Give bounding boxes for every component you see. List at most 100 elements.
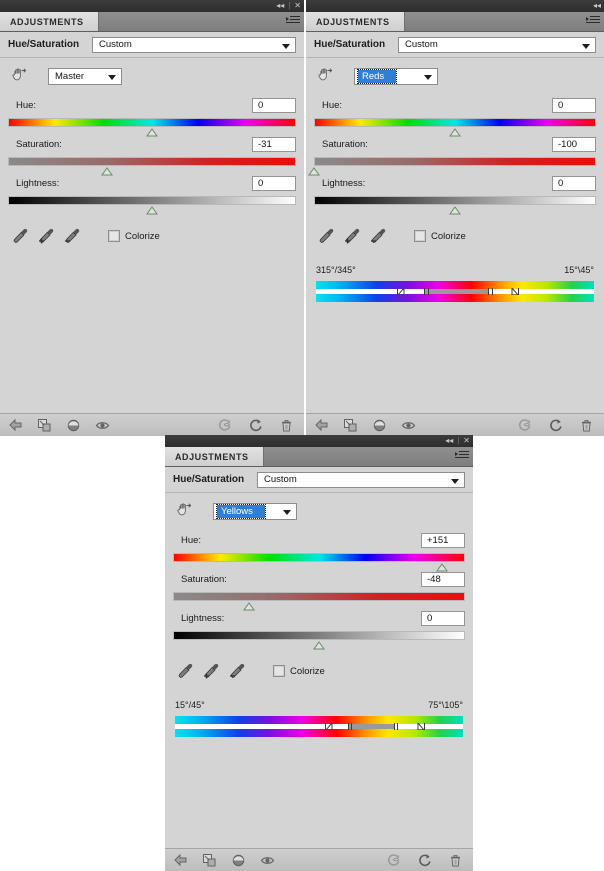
eyedropper-subtract-icon[interactable] — [368, 227, 386, 245]
toggle-layer-visibility-icon[interactable] — [231, 853, 246, 868]
lightness-slider-track[interactable] — [8, 196, 296, 215]
range-fade-left-handle[interactable] — [396, 288, 405, 295]
delete-adjustment-layer-icon[interactable] — [448, 853, 463, 868]
range-fade-right-handle[interactable] — [511, 288, 519, 295]
preset-select[interactable]: Custom — [257, 471, 465, 488]
saturation-slider-thumb[interactable] — [242, 602, 255, 611]
collapse-icon[interactable]: ◂◂ — [593, 2, 601, 10]
eyedropper-add-icon[interactable] — [201, 662, 219, 680]
preview-eye-icon[interactable] — [260, 853, 275, 868]
toggle-layer-visibility-icon[interactable] — [372, 418, 387, 433]
lightness-slider-track[interactable] — [314, 196, 596, 215]
return-to-adjustment-list-icon[interactable] — [8, 418, 23, 433]
delete-adjustment-layer-icon[interactable] — [579, 418, 594, 433]
range-core-band[interactable] — [424, 289, 489, 294]
on-image-adjustment-icon[interactable] — [173, 500, 195, 522]
view-previous-state-icon[interactable] — [217, 418, 232, 433]
chevron-down-icon[interactable] — [451, 478, 459, 484]
range-end-handle-b[interactable] — [397, 723, 399, 730]
panel-menu-icon[interactable] — [586, 16, 600, 27]
preset-select[interactable]: Custom — [398, 36, 596, 53]
channel-select[interactable]: Yellows — [213, 502, 297, 520]
lightness-slider-track[interactable] — [173, 631, 465, 650]
chevron-down-icon[interactable] — [283, 509, 291, 515]
return-to-adjustment-list-icon[interactable] — [173, 853, 188, 868]
preview-eye-icon[interactable] — [95, 418, 110, 433]
tab-adjustments[interactable]: ADJUSTMENTS — [165, 447, 264, 466]
range-end-handle[interactable] — [393, 723, 395, 730]
hue-slider-thumb[interactable] — [146, 128, 158, 137]
eyedropper-subtract-icon[interactable] — [62, 227, 80, 245]
collapse-icon[interactable]: ◂◂ — [276, 2, 284, 10]
saturation-slider-track[interactable] — [173, 592, 465, 611]
range-handles[interactable] — [316, 288, 594, 295]
saturation-value-input[interactable]: -100 — [552, 136, 596, 152]
lightness-slider-thumb[interactable] — [146, 206, 158, 215]
saturation-slider-track[interactable] — [308, 157, 596, 176]
lightness-slider-thumb[interactable] — [313, 641, 325, 650]
tab-adjustments[interactable]: ADJUSTMENTS — [306, 12, 405, 31]
range-start-handle-b[interactable] — [351, 723, 353, 730]
delete-adjustment-layer-icon[interactable] — [279, 418, 294, 433]
chevron-down-icon[interactable] — [424, 74, 432, 80]
colorize-checkbox[interactable] — [414, 230, 426, 242]
lightness-value-input[interactable]: 0 — [552, 175, 596, 191]
channel-select[interactable]: Reds — [354, 67, 438, 85]
hue-value-input[interactable]: 0 — [252, 97, 296, 113]
range-handles[interactable] — [175, 723, 463, 730]
eyedropper-add-icon[interactable] — [36, 227, 54, 245]
close-icon[interactable]: ✕ — [463, 437, 470, 445]
color-range-bars[interactable] — [306, 281, 604, 302]
lightness-value-input[interactable]: 0 — [252, 175, 296, 191]
hue-slider-thumb[interactable] — [435, 563, 448, 572]
saturation-value-input[interactable]: -48 — [421, 571, 465, 587]
reset-adjustment-icon[interactable] — [417, 853, 432, 868]
saturation-slider-thumb[interactable] — [101, 167, 114, 176]
range-start-handle[interactable] — [347, 723, 349, 730]
colorize-control[interactable]: Colorize — [273, 665, 325, 677]
eyedropper-add-icon[interactable] — [342, 227, 360, 245]
panel-menu-icon[interactable] — [286, 16, 300, 27]
range-start-handle[interactable] — [424, 288, 426, 295]
saturation-value-input[interactable]: -31 — [252, 136, 296, 152]
colorize-control[interactable]: Colorize — [414, 230, 466, 242]
hue-value-input[interactable]: +151 — [421, 532, 465, 548]
range-start-handle-b[interactable] — [427, 288, 429, 295]
eyedropper-icon[interactable] — [316, 227, 334, 245]
reset-adjustment-icon[interactable] — [248, 418, 263, 433]
preset-select[interactable]: Custom — [92, 36, 296, 53]
range-end-handle[interactable] — [488, 288, 490, 295]
chevron-down-icon[interactable] — [582, 43, 590, 49]
lightness-value-input[interactable]: 0 — [421, 610, 465, 626]
hue-slider-thumb[interactable] — [449, 128, 461, 137]
on-image-adjustment-icon[interactable] — [314, 65, 336, 87]
colorize-control[interactable]: Colorize — [108, 230, 160, 242]
eyedropper-icon[interactable] — [175, 662, 193, 680]
color-range-bars[interactable] — [165, 716, 473, 737]
clip-to-layer-icon[interactable] — [343, 418, 358, 433]
chevron-down-icon[interactable] — [108, 74, 116, 80]
toggle-layer-visibility-icon[interactable] — [66, 418, 81, 433]
tab-adjustments[interactable]: ADJUSTMENTS — [0, 12, 99, 31]
range-end-handle-b[interactable] — [491, 288, 493, 295]
colorize-checkbox[interactable] — [108, 230, 120, 242]
channel-select[interactable]: Master — [48, 67, 122, 85]
range-core-band[interactable] — [347, 724, 394, 729]
close-icon[interactable]: ✕ — [294, 2, 301, 10]
saturation-slider-track[interactable] — [8, 157, 296, 176]
eyedropper-icon[interactable] — [10, 227, 28, 245]
preview-eye-icon[interactable] — [401, 418, 416, 433]
hue-value-input[interactable]: 0 — [552, 97, 596, 113]
view-previous-state-icon[interactable] — [517, 418, 532, 433]
hue-slider-track[interactable] — [8, 118, 296, 137]
hue-slider-track[interactable] — [173, 553, 465, 572]
range-fade-right-handle[interactable] — [417, 723, 425, 730]
chevron-down-icon[interactable] — [282, 43, 290, 49]
colorize-checkbox[interactable] — [273, 665, 285, 677]
clip-to-layer-icon[interactable] — [37, 418, 52, 433]
return-to-adjustment-list-icon[interactable] — [314, 418, 329, 433]
on-image-adjustment-icon[interactable] — [8, 65, 30, 87]
panel-menu-icon[interactable] — [455, 451, 469, 462]
reset-adjustment-icon[interactable] — [548, 418, 563, 433]
collapse-icon[interactable]: ◂◂ — [445, 437, 453, 445]
